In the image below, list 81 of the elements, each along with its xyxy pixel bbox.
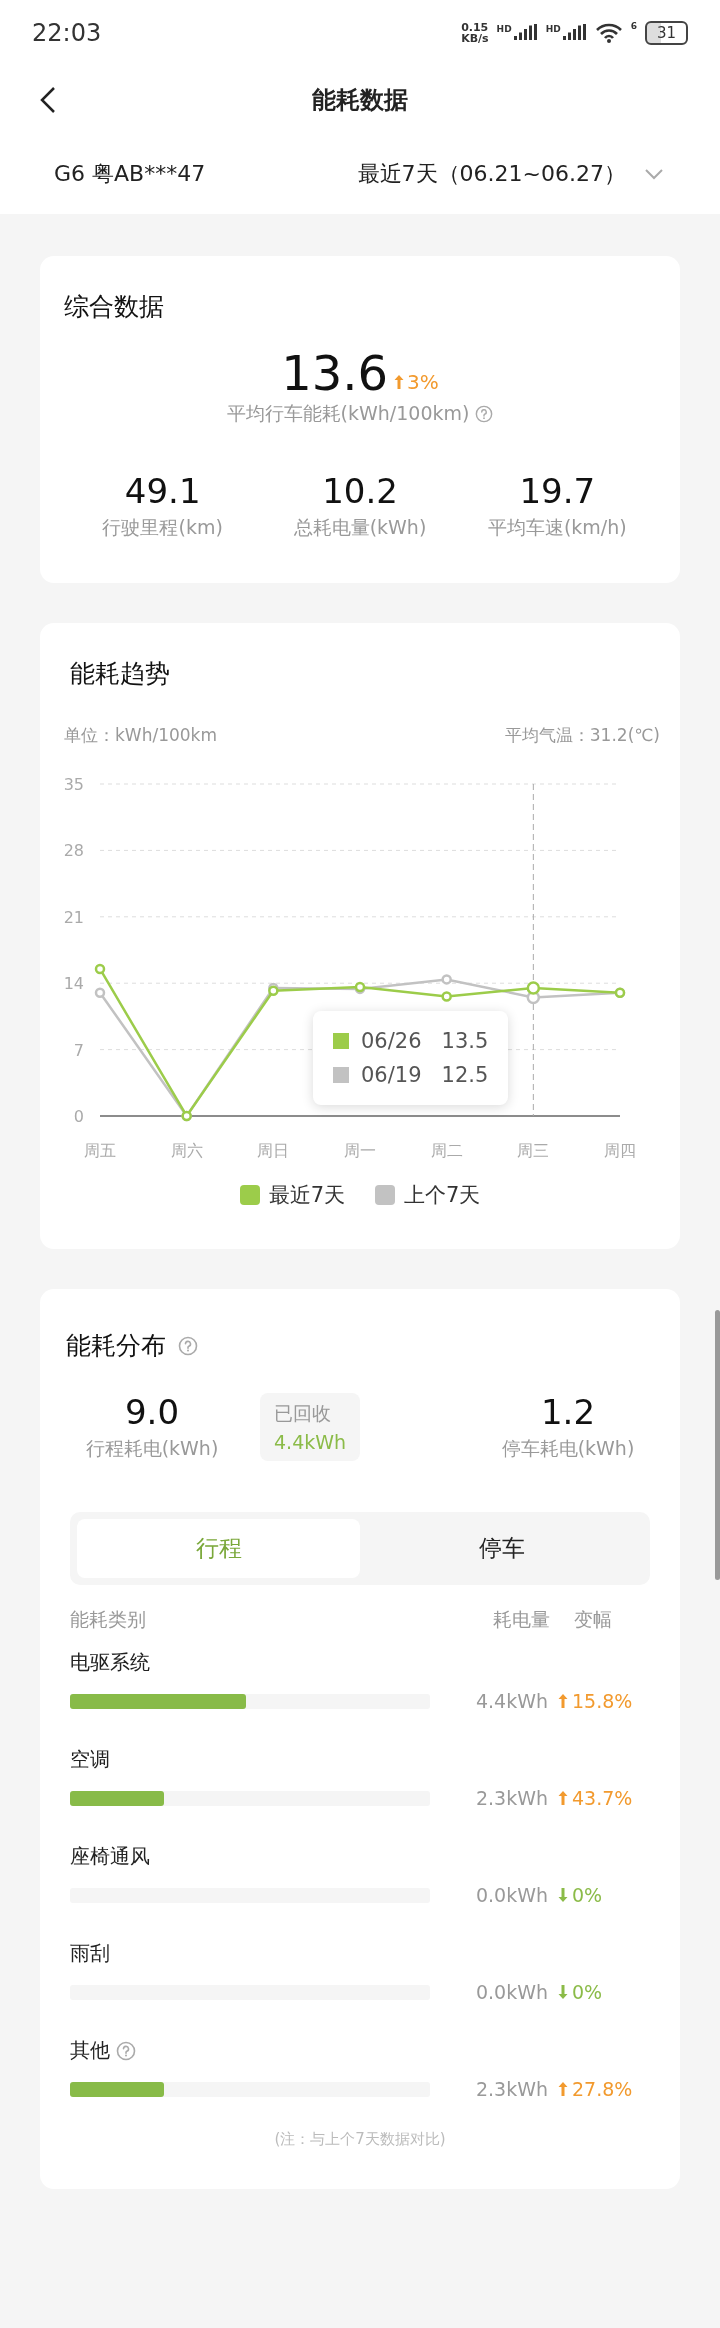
axis-label: 28	[63, 841, 84, 861]
main-value: 13.6	[281, 345, 389, 401]
parking-value: 1.2	[540, 1392, 596, 1432]
footnote: (注：与上个7天数据对比)	[273, 2130, 447, 2149]
back-icon[interactable]	[38, 86, 58, 114]
change-value: 0%	[572, 1981, 603, 2003]
trip-label: 行程耗电(kWh)	[85, 1436, 219, 1461]
network-speed: 0.15 KB/s	[461, 22, 489, 44]
status-time: 22:03	[32, 19, 102, 47]
recovered-label: 已回收	[274, 1401, 332, 1426]
help-icon[interactable]	[116, 2040, 136, 2061]
axis-label: 周四	[604, 1141, 636, 1159]
change-value: 3%	[407, 370, 439, 394]
category-name: 其他	[70, 2037, 110, 2064]
column-header: 耗电量	[493, 1607, 550, 1632]
card-title: 能耗趋势	[70, 658, 171, 690]
category-name: 雨刮	[70, 1940, 110, 1967]
stat-value: 49.1	[124, 471, 201, 511]
stat-label: 平均车速(km/h)	[487, 515, 627, 540]
category-name: 空调	[70, 1746, 110, 1773]
axis-label: 周三	[517, 1141, 550, 1159]
signal-icon	[513, 24, 538, 42]
usage-amount: 2.3kWh	[474, 1787, 548, 1809]
change-value: 27.8%	[572, 2078, 633, 2100]
tooltip-value: 12.5	[441, 1063, 489, 1087]
parking-label: 停车耗电(kWh)	[501, 1436, 635, 1461]
change-value: 43.7%	[572, 1787, 633, 1809]
temperature-label: 平均气温：31.2(℃)	[504, 724, 660, 747]
data-point	[94, 987, 106, 998]
battery-indicator: 31	[644, 21, 688, 45]
axis-label: 周六	[170, 1141, 203, 1159]
usage-amount: 0.0kWh	[474, 1981, 548, 2003]
tooltip-value: 13.5	[441, 1029, 489, 1053]
card-title: 能耗分布	[66, 1330, 166, 1362]
signal-label: HD	[496, 24, 512, 34]
signal-icon	[562, 24, 587, 42]
help-icon[interactable]	[475, 405, 494, 423]
axis-label: 21	[63, 907, 84, 927]
data-point	[441, 991, 452, 1002]
data-point	[94, 963, 106, 975]
data-point	[441, 974, 452, 985]
vehicle-name: G6 粤AB***47	[54, 160, 206, 188]
data-point	[526, 981, 541, 995]
wifi-label: 6	[630, 21, 637, 31]
change-value: 15.8%	[572, 1690, 633, 1712]
usage-amount: 0.0kWh	[474, 1884, 548, 1906]
card-title: 综合数据	[64, 291, 165, 323]
category-name: 座椅通风	[70, 1843, 150, 1870]
axis-label: 周五	[84, 1141, 116, 1159]
trip-value: 9.0	[124, 1392, 180, 1432]
axis-label: 35	[63, 775, 84, 794]
period-dropdown[interactable]: 最近7天（06.21~06.27）	[357, 159, 664, 189]
axis-label: 周二	[430, 1141, 463, 1159]
axis-label: 0	[73, 1107, 84, 1126]
recovered-value: 4.4kWh	[274, 1431, 347, 1453]
category-name: 电驱系统	[70, 1649, 150, 1676]
usage-amount: 2.3kWh	[474, 2078, 548, 2100]
column-header: 能耗类别	[70, 1607, 146, 1632]
column-header: 变幅	[574, 1607, 612, 1632]
unit-label: 单位：kWh/100km	[64, 724, 217, 747]
axis-label: 14	[63, 974, 84, 994]
signal-label: HD	[545, 24, 561, 34]
main-label: 平均行车能耗(kWh/100km)	[226, 401, 470, 426]
legend-label: 上个7天	[404, 1182, 481, 1209]
page-title: 能耗数据	[312, 85, 408, 116]
tab[interactable]: 停车	[360, 1519, 643, 1578]
chevron-down-icon	[644, 168, 664, 180]
stat-label: 行驶里程(km)	[102, 515, 223, 540]
tooltip-date: 06/19	[361, 1063, 422, 1087]
axis-label: 周日	[257, 1141, 290, 1159]
usage-amount: 4.4kWh	[474, 1690, 548, 1712]
help-icon[interactable]	[178, 1335, 198, 1356]
tooltip-date: 06/26	[361, 1029, 422, 1053]
axis-label: 周一	[344, 1141, 376, 1159]
stat-label: 总耗电量(kWh)	[293, 515, 427, 540]
wifi-icon	[594, 22, 623, 44]
stat-value: 10.2	[322, 471, 398, 511]
change-value: 0%	[572, 1884, 603, 1906]
legend-label: 最近7天	[268, 1182, 345, 1209]
stat-value: 19.7	[519, 471, 596, 511]
axis-label: 7	[73, 1040, 84, 1060]
